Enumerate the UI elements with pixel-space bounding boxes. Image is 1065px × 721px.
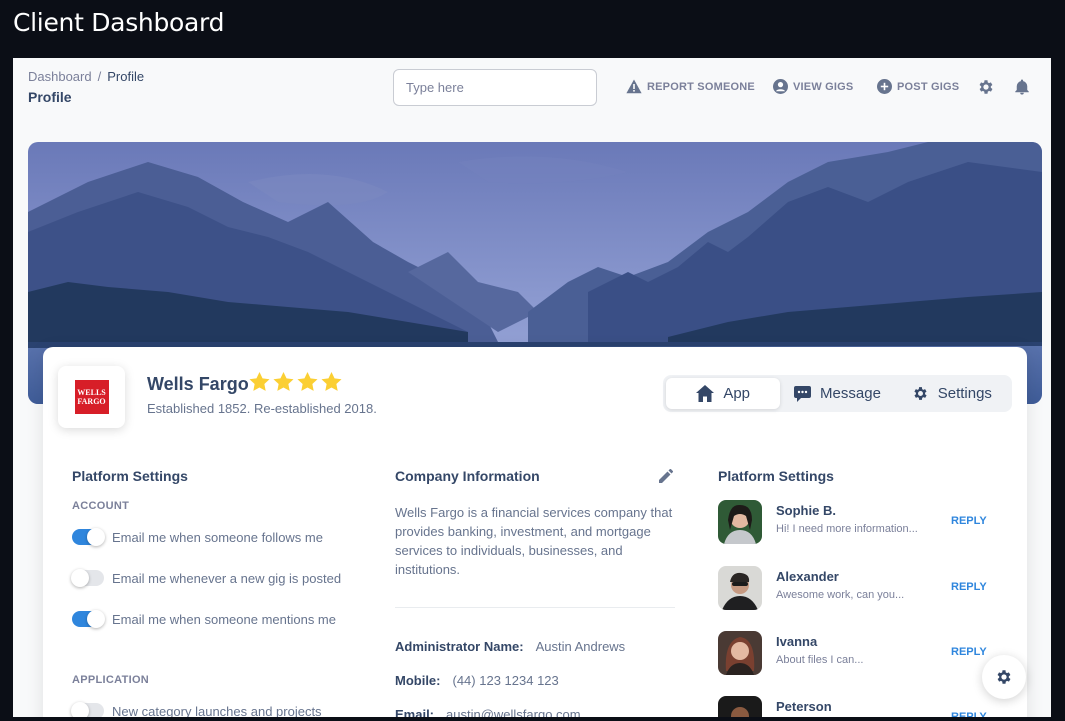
reply-button[interactable]: REPLY [951,581,987,593]
reply-button[interactable]: REPLY [951,646,987,658]
established-text: Established 1852. Re-established 2018. [147,401,377,416]
platform-settings-title: Platform Settings [72,468,188,484]
tab-message[interactable]: Message [780,378,894,409]
toggle-mentions: Email me when someone mentions me [72,610,336,628]
view-gigs-label: VIEW GIGS [793,80,854,93]
view-gigs-link[interactable]: VIEW GIGS [773,79,853,94]
conversation-preview: Awesome work, can you... [776,589,905,601]
conversation-item: Sophie B. Hi! I need more information...… [718,500,988,544]
breadcrumb-dashboard-link[interactable]: Dashboard [28,69,92,84]
star-icon [321,372,342,391]
chat-icon [794,385,812,402]
warning-icon [626,79,642,94]
star-icon [273,372,294,391]
home-icon [696,385,715,402]
rating-stars [249,372,342,392]
avatar [718,631,762,675]
divider [395,607,675,608]
conversations-title: Platform Settings [718,468,834,484]
company-name: Wells Fargo [147,374,249,394]
app-title: Client Dashboard [13,8,225,37]
report-someone-link[interactable]: REPORT SOMEONE [626,79,755,94]
post-gigs-label: POST GIGS [897,80,960,93]
settings-fab[interactable] [982,655,1026,699]
gear-icon [997,670,1011,684]
conversation-name: Peterson [776,699,832,714]
pencil-icon[interactable] [659,469,673,483]
conversation-name: Alexander [776,569,839,584]
search-input[interactable] [393,69,597,106]
bell-icon[interactable] [1013,78,1031,96]
profile-card: WELLS FARGO Wells Fargo Established 1852… [43,347,1027,717]
user-circle-icon [773,79,788,94]
avatar [718,566,762,610]
tab-settings[interactable]: Settings [895,378,1009,409]
dashboard-frame: Dashboard / Profile Profile REPORT SOMEONE… [13,58,1051,717]
conversation-preview: Hi! I need more information... [776,523,918,535]
new-gig-switch[interactable] [71,569,104,587]
toggle-new-gig: Email me whenever a new gig is posted [71,569,342,587]
mentions-switch[interactable] [72,610,105,628]
avatar [718,696,762,717]
conversation-preview: About files I can... [776,654,864,666]
account-section-label: ACCOUNT [72,500,130,512]
new-category-switch[interactable] [71,702,104,717]
tab-settings-label: Settings [937,385,992,402]
conversation-name: Sophie B. [776,503,836,518]
reply-button[interactable]: REPLY [951,711,987,717]
info-mobile: Mobile: (44) 123 1234 123 [395,673,559,688]
profile-tabs: App Message Settings [663,375,1012,412]
conversation-item: Ivanna About files I can... REPLY [718,631,988,675]
wells-fargo-logo-icon: WELLS FARGO [74,380,109,414]
breadcrumb-separator: / [97,69,102,84]
breadcrumb: Dashboard / Profile [28,69,144,84]
tab-message-label: Message [820,385,881,402]
application-section-label: APPLICATION [72,674,150,686]
conversation-item: Peterson REPLY [718,696,988,717]
conversation-name: Ivanna [776,634,818,649]
star-icon [297,372,318,391]
tab-app-label: App [723,385,751,402]
star-icon [249,372,270,391]
company-logo: WELLS FARGO [58,366,125,428]
conversation-item: Alexander Awesome work, can you... REPLY [718,566,988,610]
toggle-new-gig-label: Email me whenever a new gig is posted [112,570,342,586]
follows-switch[interactable] [72,528,105,546]
company-info-title: Company Information [395,468,540,484]
breadcrumb-current: Profile [107,69,145,84]
post-gigs-link[interactable]: POST GIGS [877,79,959,94]
company-description: Wells Fargo is a financial services comp… [395,505,673,577]
toggle-new-category-label: New category launches and projects [112,703,322,718]
gear-icon [914,387,927,400]
toggle-mentions-label: Email me when someone mentions me [112,611,336,627]
page-title: Profile [28,89,72,105]
gear-icon[interactable] [977,78,995,96]
info-admin-name: Administrator Name: Austin Andrews [395,639,626,654]
plus-circle-icon [877,79,892,94]
reply-button[interactable]: REPLY [951,515,987,527]
tab-app[interactable]: App [666,378,781,409]
toggle-follows-label: Email me when someone follows me [112,529,323,545]
toggle-new-category: New category launches and projects [71,702,322,718]
avatar [718,500,762,544]
info-email: Email: austin@wellsfargo.com [395,707,581,717]
toggle-follows: Email me when someone follows me [72,528,323,546]
report-someone-label: REPORT SOMEONE [647,80,755,93]
